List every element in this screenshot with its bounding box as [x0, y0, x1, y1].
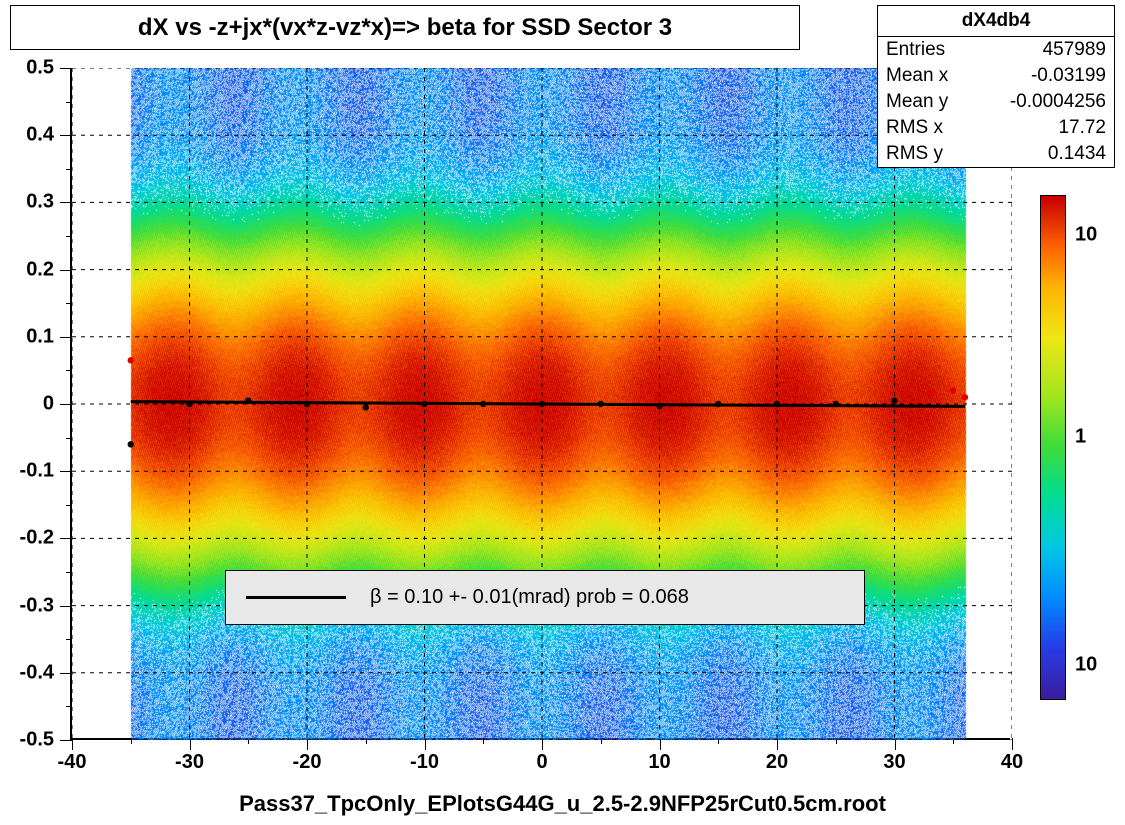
x-tick-label: -10	[410, 751, 439, 774]
x-tick-label: 40	[1001, 751, 1023, 774]
x-tick-label: 0	[536, 751, 547, 774]
y-tick-label: 0	[43, 393, 54, 416]
x-tick-label: 30	[883, 751, 905, 774]
y-tick-label: 0.5	[26, 57, 54, 80]
stats-box: dX4db4 Entries 457989 Mean x -0.03199 Me…	[877, 5, 1115, 168]
x-tick-label: -40	[58, 751, 87, 774]
stats-entries-label: Entries	[886, 39, 945, 61]
plot-area: -40-30-20-10010203040-0.5-0.4-0.3-0.2-0.…	[70, 68, 1010, 740]
plot-title: dX vs -z+jx*(vx*z-vz*x)=> beta for SSD S…	[10, 5, 800, 50]
x-tick-label: -20	[293, 751, 322, 774]
y-tick-label: 0.4	[26, 124, 54, 147]
y-tick-label: -0.4	[20, 661, 54, 684]
x-tick-label: 10	[648, 751, 670, 774]
stats-rmsy-label: RMS y	[886, 143, 943, 165]
stats-meanx-label: Mean x	[886, 65, 948, 87]
file-caption: Pass37_TpcOnly_EPlotsG44G_u_2.5-2.9NFP25…	[0, 791, 1125, 817]
stats-entries-value: 457989	[1043, 39, 1106, 61]
stats-rmsx-label: RMS x	[886, 117, 943, 139]
stats-meanx-value: -0.03199	[1031, 65, 1106, 87]
stats-name: dX4db4	[878, 6, 1114, 37]
y-tick-label: -0.5	[20, 729, 54, 752]
stats-meany-label: Mean y	[886, 91, 948, 113]
y-tick-label: -0.1	[20, 460, 54, 483]
palette-tick-label: 1	[1075, 426, 1086, 449]
palette-tick-label: 10	[1075, 224, 1097, 247]
stats-meany-value: -0.0004256	[1010, 91, 1106, 113]
y-tick-label: -0.3	[20, 594, 54, 617]
legend-text: β = 0.10 +- 0.01(mrad) prob = 0.068	[370, 586, 689, 609]
stats-rmsy: RMS y 0.1434	[878, 141, 1114, 167]
x-tick-label: -30	[175, 751, 204, 774]
palette-canvas	[1041, 196, 1065, 699]
x-tick-label: 20	[766, 751, 788, 774]
y-tick-label: 0.2	[26, 258, 54, 281]
y-tick-label: -0.2	[20, 527, 54, 550]
stats-rmsy-value: 0.1434	[1048, 143, 1106, 165]
root-chart: dX vs -z+jx*(vx*z-vz*x)=> beta for SSD S…	[0, 0, 1125, 825]
stats-entries: Entries 457989	[878, 37, 1114, 63]
palette-tick-label: 10	[1075, 653, 1097, 676]
stats-meany: Mean y -0.0004256	[878, 89, 1114, 115]
stats-meanx: Mean x -0.03199	[878, 63, 1114, 89]
stats-rmsx-value: 17.72	[1058, 117, 1106, 139]
y-tick-label: 0.1	[26, 325, 54, 348]
color-palette	[1040, 195, 1066, 700]
stats-rmsx: RMS x 17.72	[878, 115, 1114, 141]
y-tick-label: 0.3	[26, 191, 54, 214]
fit-legend: β = 0.10 +- 0.01(mrad) prob = 0.068	[225, 570, 865, 625]
heatmap-canvas	[72, 68, 1012, 740]
legend-line-sample	[246, 596, 346, 599]
